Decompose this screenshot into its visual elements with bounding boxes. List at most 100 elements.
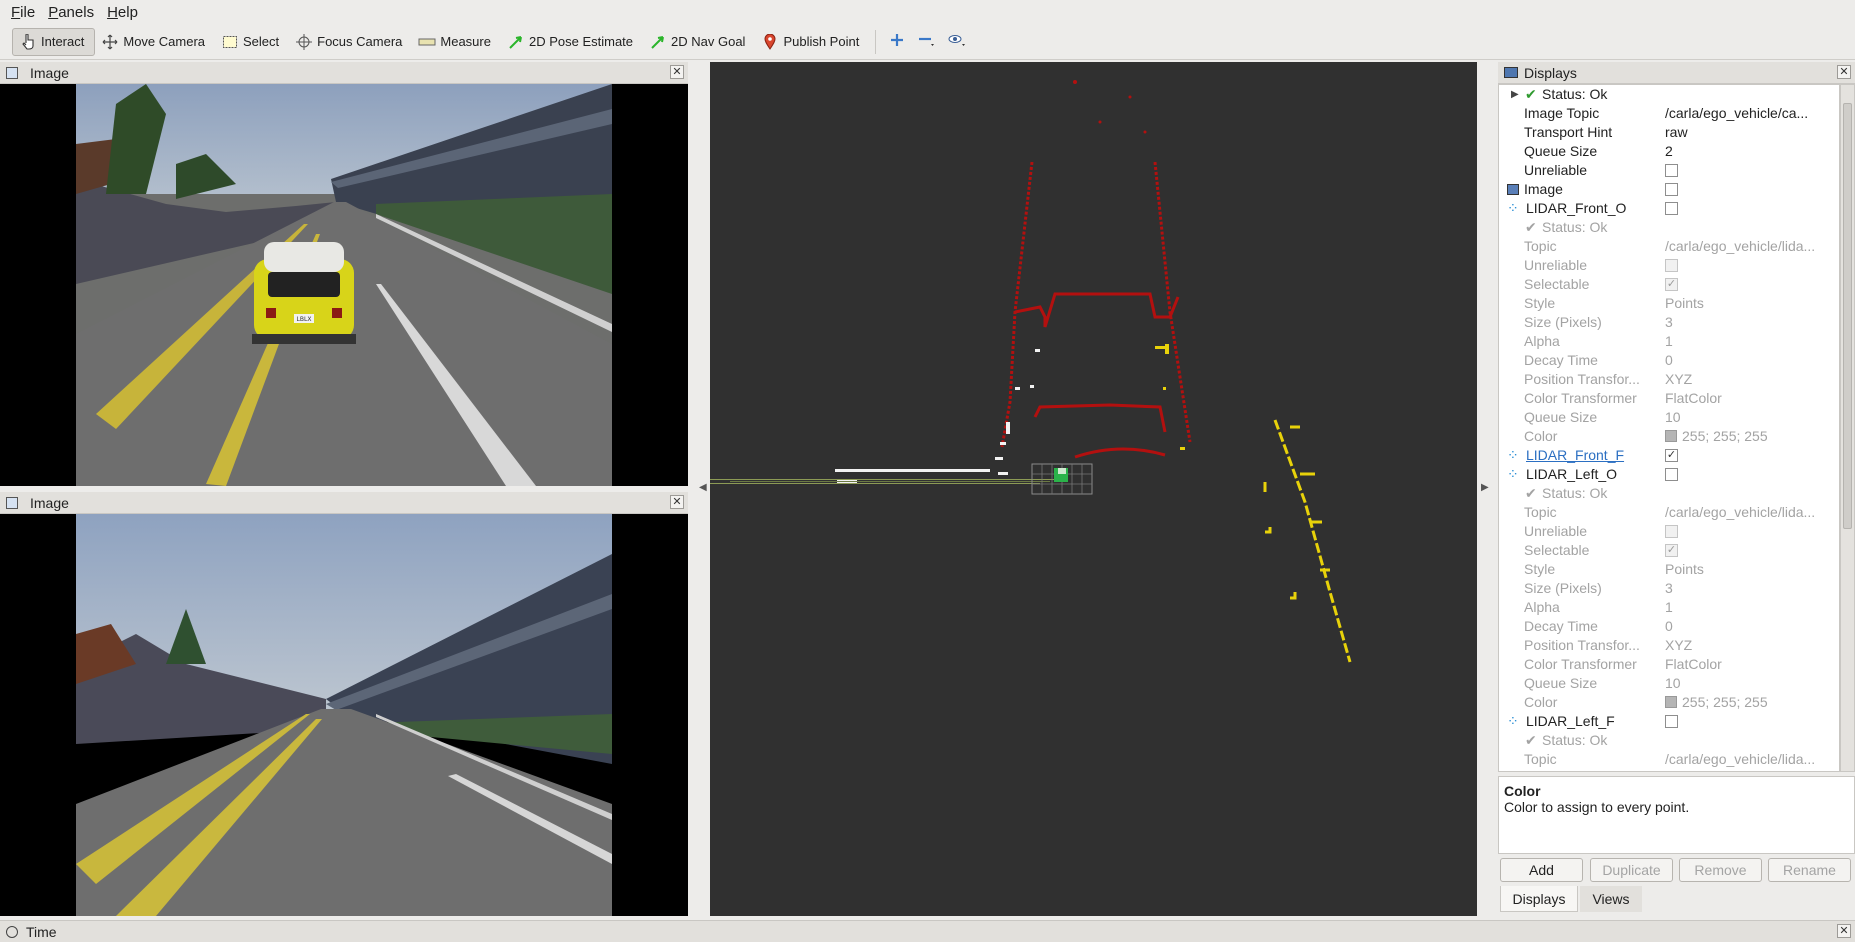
tree-row-unreliable[interactable]: Unreliable — [1499, 161, 1839, 180]
publish-point-tool-button[interactable]: Publish Point — [755, 28, 869, 56]
enable-checkbox[interactable] — [1665, 715, 1678, 728]
tree-row-queue-size[interactable]: Queue Size 10 — [1499, 408, 1839, 427]
tree-row-size[interactable]: Size (Pixels) 3 — [1499, 579, 1839, 598]
property-value[interactable]: 1 — [1665, 598, 1673, 617]
pose-estimate-tool-button[interactable]: 2D Pose Estimate — [501, 28, 643, 56]
move-camera-tool-button[interactable]: Move Camera — [95, 28, 215, 56]
close-icon[interactable]: ✕ — [1837, 924, 1851, 938]
property-label: Style — [1524, 295, 1556, 311]
tree-row-color-transformer[interactable]: Color Transformer FlatColor — [1499, 655, 1839, 674]
tree-row-lidar-left-o[interactable]: ⁘ LIDAR_Left_O — [1499, 465, 1839, 484]
close-icon[interactable]: ✕ — [670, 65, 684, 79]
interact-tool-button[interactable]: Interact — [12, 27, 96, 56]
property-value[interactable]: XYZ — [1665, 370, 1692, 389]
tree-row-image-display[interactable]: Image — [1499, 180, 1839, 199]
collapse-left-icon[interactable]: ◀ — [699, 482, 707, 493]
enable-checkbox[interactable]: ✓ — [1665, 449, 1678, 462]
displays-tree[interactable]: ▶ ✔ Status: Ok Image Topic /carla/ego_ve… — [1498, 84, 1840, 772]
tree-row-position-transformer[interactable]: Position Transfor... XYZ — [1499, 636, 1839, 655]
tree-row-position-transformer[interactable]: Position Transfor... XYZ — [1499, 370, 1839, 389]
collapse-right-icon[interactable]: ▶ — [1481, 482, 1489, 493]
tree-row-status[interactable]: ✔ Status: Ok — [1499, 218, 1839, 237]
unreliable-checkbox[interactable] — [1665, 164, 1678, 177]
property-value[interactable]: 3 — [1665, 579, 1673, 598]
nav-goal-tool-button[interactable]: 2D Nav Goal — [643, 28, 755, 56]
tree-row-lidar-front-f[interactable]: ⁘ LIDAR_Front_F ✓ — [1499, 446, 1839, 465]
property-value[interactable]: 255; 255; 255 — [1665, 427, 1768, 446]
enable-checkbox[interactable] — [1665, 468, 1678, 481]
remove-button[interactable]: Remove — [1679, 858, 1762, 882]
add-button[interactable]: Add — [1500, 858, 1583, 882]
property-value[interactable]: XYZ — [1665, 636, 1692, 655]
menu-help[interactable]: Help — [102, 4, 146, 21]
expand-arrow-icon[interactable]: ▶ — [1511, 85, 1519, 104]
add-tool-button[interactable] — [882, 28, 912, 56]
property-value[interactable]: Points — [1665, 560, 1704, 579]
tree-row-unreliable[interactable]: Unreliable — [1499, 522, 1839, 541]
tree-row-alpha[interactable]: Alpha 1 — [1499, 598, 1839, 617]
property-value[interactable]: Points — [1665, 294, 1704, 313]
tab-views[interactable]: Views — [1580, 886, 1642, 912]
view-options-button[interactable] — [942, 28, 972, 56]
displays-scrollbar[interactable] — [1840, 84, 1855, 772]
property-value[interactable]: /carla/ego_vehicle/lida... — [1665, 237, 1815, 256]
menu-file[interactable]: File — [6, 4, 43, 21]
render-viewport-3d[interactable] — [710, 62, 1477, 916]
property-value[interactable]: 3 — [1665, 313, 1673, 332]
close-icon[interactable]: ✕ — [1837, 65, 1851, 79]
select-tool-button[interactable]: Select — [215, 28, 289, 56]
tree-row-image-topic[interactable]: Image Topic /carla/ego_vehicle/ca... — [1499, 104, 1839, 123]
tree-row-color-transformer[interactable]: Color Transformer FlatColor — [1499, 389, 1839, 408]
measure-tool-button[interactable]: Measure — [412, 28, 501, 56]
tree-row-color[interactable]: Color 255; 255; 255 — [1499, 427, 1839, 446]
tree-row-status[interactable]: ✔ Status: Ok — [1499, 484, 1839, 503]
selectable-checkbox[interactable]: ✓ — [1665, 278, 1678, 291]
duplicate-button[interactable]: Duplicate — [1590, 858, 1673, 882]
tree-row-color[interactable]: Color 255; 255; 255 — [1499, 693, 1839, 712]
focus-camera-tool-button[interactable]: Focus Camera — [289, 28, 412, 56]
enable-checkbox[interactable] — [1665, 202, 1678, 215]
selectable-checkbox[interactable]: ✓ — [1665, 544, 1678, 557]
tree-row-transport-hint[interactable]: Transport Hint raw — [1499, 123, 1839, 142]
menu-panels[interactable]: Panels — [43, 4, 102, 21]
tree-row-lidar-front-o[interactable]: ⁘ LIDAR_Front_O — [1499, 199, 1839, 218]
property-value[interactable]: raw — [1665, 123, 1688, 142]
unreliable-checkbox[interactable] — [1665, 259, 1678, 272]
tree-row-size[interactable]: Size (Pixels) 3 — [1499, 313, 1839, 332]
property-value[interactable]: 0 — [1665, 617, 1673, 636]
tree-row-decay-time[interactable]: Decay Time 0 — [1499, 351, 1839, 370]
property-value[interactable]: 1 — [1665, 332, 1673, 351]
property-value[interactable]: 2 — [1665, 142, 1673, 161]
remove-tool-button[interactable] — [912, 28, 942, 56]
tab-displays[interactable]: Displays — [1500, 886, 1578, 912]
tree-row-style[interactable]: Style Points — [1499, 560, 1839, 579]
rename-button[interactable]: Rename — [1768, 858, 1851, 882]
enable-checkbox[interactable] — [1665, 183, 1678, 196]
tree-row-topic[interactable]: Topic /carla/ego_vehicle/lida... — [1499, 750, 1839, 769]
property-value[interactable]: 0 — [1665, 351, 1673, 370]
tree-row-style[interactable]: Style Points — [1499, 294, 1839, 313]
property-value[interactable]: 10 — [1665, 674, 1681, 693]
tree-row-unreliable[interactable]: Unreliable — [1499, 256, 1839, 275]
scrollbar-thumb[interactable] — [1843, 103, 1852, 529]
tree-row-queue-size[interactable]: Queue Size 2 — [1499, 142, 1839, 161]
tree-row-status[interactable]: ▶ ✔ Status: Ok — [1499, 85, 1839, 104]
property-value[interactable]: 255; 255; 255 — [1665, 693, 1768, 712]
tree-row-selectable[interactable]: Selectable ✓ — [1499, 541, 1839, 560]
property-value[interactable]: /carla/ego_vehicle/lida... — [1665, 503, 1815, 522]
property-value[interactable]: FlatColor — [1665, 389, 1722, 408]
property-value[interactable]: /carla/ego_vehicle/ca... — [1665, 104, 1808, 123]
property-value[interactable]: 10 — [1665, 408, 1681, 427]
tree-row-status[interactable]: ✔ Status: Ok — [1499, 731, 1839, 750]
tree-row-alpha[interactable]: Alpha 1 — [1499, 332, 1839, 351]
tree-row-topic[interactable]: Topic /carla/ego_vehicle/lida... — [1499, 237, 1839, 256]
tree-row-lidar-left-f[interactable]: ⁘ LIDAR_Left_F — [1499, 712, 1839, 731]
tree-row-queue-size[interactable]: Queue Size 10 — [1499, 674, 1839, 693]
close-icon[interactable]: ✕ — [670, 495, 684, 509]
property-value[interactable]: FlatColor — [1665, 655, 1722, 674]
tree-row-selectable[interactable]: Selectable ✓ — [1499, 275, 1839, 294]
unreliable-checkbox[interactable] — [1665, 525, 1678, 538]
tree-row-topic[interactable]: Topic /carla/ego_vehicle/lida... — [1499, 503, 1839, 522]
property-value[interactable]: /carla/ego_vehicle/lida... — [1665, 750, 1815, 769]
tree-row-decay-time[interactable]: Decay Time 0 — [1499, 617, 1839, 636]
